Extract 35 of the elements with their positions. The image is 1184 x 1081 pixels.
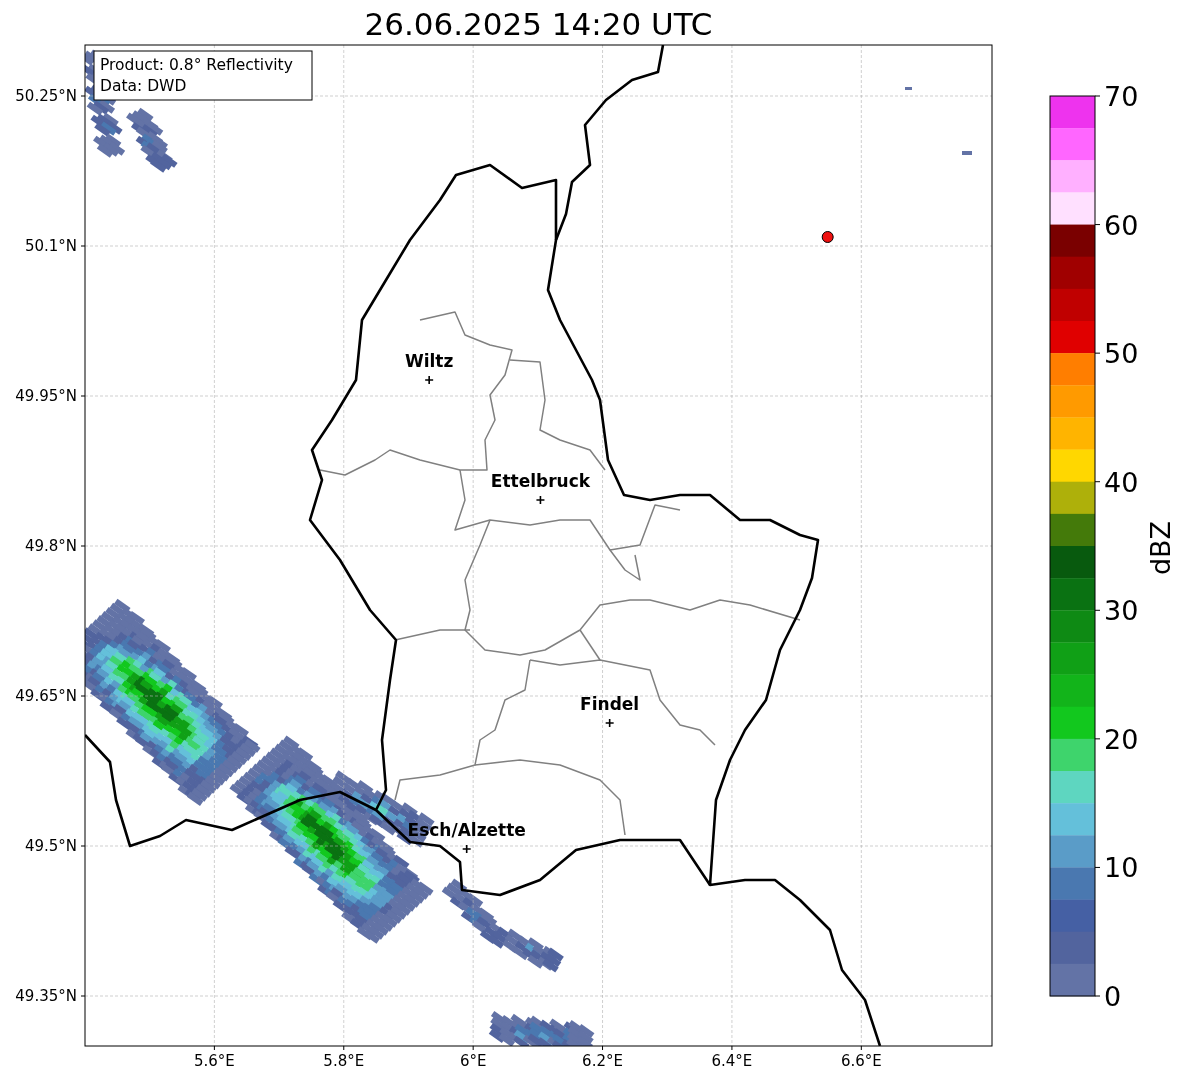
axis-tick-label: 5.6°E [193, 1052, 235, 1070]
colorbar-label: dBZ [1145, 520, 1176, 576]
city-marker-icon [604, 718, 615, 728]
colorbar-tick-label: 60 [1104, 209, 1139, 241]
axis-tick-label: 6.2°E [582, 1052, 623, 1070]
axis-tick-label: 6°E [459, 1052, 487, 1070]
axis-tick-label: 5.8°E [323, 1052, 365, 1070]
city-marker-icon [535, 495, 546, 505]
axis-tick-label: 49.8°N [24, 537, 77, 555]
colorbar-tick-label: 20 [1104, 723, 1139, 755]
chart-title: 26.06.2025 14:20 UTC [364, 5, 713, 44]
legend-text: Product: 0.8° Reflectivity [100, 56, 293, 74]
colorbar-tick-label: 50 [1104, 338, 1139, 370]
legend-text: Data: DWD [100, 77, 187, 95]
city-marker-icon [461, 844, 472, 854]
axis-tick-label: 50.1°N [24, 237, 77, 255]
axis-tick-label: 6.4°E [711, 1052, 753, 1070]
colorbar-tick-label: 0 [1104, 981, 1122, 1012]
city-label: Ettelbruck [490, 471, 591, 491]
city-label: Findel [580, 694, 640, 714]
axis-tick-label: 49.35°N [15, 987, 77, 1005]
colorbar-tick-label: 70 [1104, 81, 1139, 112]
axis-tick-label: 49.5°N [24, 837, 77, 855]
colorbar-tick-label: 10 [1104, 852, 1139, 884]
city-label: Wiltz [404, 351, 454, 371]
axis-tick-label: 49.95°N [15, 387, 77, 405]
colorbar-tick-label: 30 [1104, 595, 1139, 627]
city-marker-icon [424, 375, 434, 385]
axis-tick-label: 49.65°N [15, 687, 77, 705]
axis-tick-label: 6.6°E [840, 1052, 882, 1070]
axis-tick-label: 50.25°N [15, 87, 77, 105]
radar-echo-drawing [962, 151, 972, 155]
colorbar-tick-label: 40 [1104, 466, 1139, 498]
radar-site-marker [821, 231, 834, 243]
radar-echo-drawing [905, 87, 912, 90]
